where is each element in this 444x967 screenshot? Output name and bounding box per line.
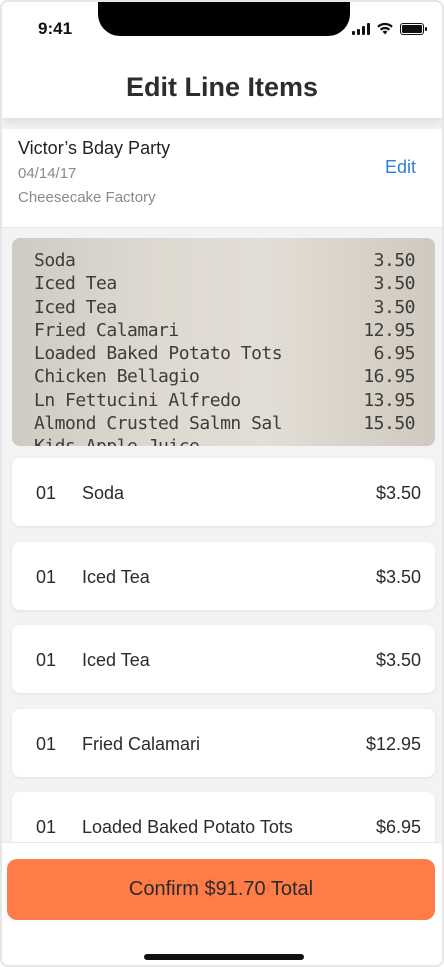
line-item[interactable]: 01 Fried Calamari $12.95 — [12, 709, 435, 777]
item-price: $3.50 — [375, 483, 421, 503]
receipt-line: Iced Tea 3.50 — [34, 273, 416, 295]
item-price: $3.50 — [375, 650, 421, 670]
item-quantity: 01 — [36, 567, 57, 587]
receipt-line: Iced Tea 3.50 — [34, 296, 416, 318]
line-item[interactable]: 01 Iced Tea $3.50 — [12, 625, 435, 693]
item-price: $6.95 — [375, 817, 421, 837]
status-time: 9:41 — [38, 19, 73, 38]
phone-screen: 9:41 Edit Line Items Victor’s Bday Party… — [0, 0, 444, 967]
receipt-photo: Soda 3.50 Iced Tea 3.50 Iced Tea 3.50 Fried… — [12, 238, 435, 446]
device-notch — [98, 2, 350, 36]
line-items-list[interactable]: 01 Soda $3.50 01 Iced Tea $3.50 01 Iced … — [2, 446, 442, 842]
bottom-bar: Confirm $91.70 Total — [2, 842, 442, 965]
event-name: Victor’s Bday Party — [18, 138, 171, 158]
receipt-line: Loaded Baked Potato Tots 6.95 — [34, 343, 416, 365]
line-item[interactable]: 01 Loaded Baked Potato Tots $6.95 — [12, 792, 435, 842]
event-date: 04/14/17 — [18, 165, 77, 182]
line-item[interactable]: 01 Soda $3.50 — [12, 458, 435, 526]
confirm-total-button[interactable]: Confirm $91.70 Total — [7, 859, 435, 920]
item-name: Soda — [82, 483, 125, 503]
receipt-line: Soda 3.50 — [34, 250, 416, 271]
item-name: Iced Tea — [82, 567, 150, 587]
home-indicator[interactable] — [144, 954, 304, 960]
item-name: Fried Calamari — [82, 734, 201, 754]
page-title: Edit Line Items — [125, 72, 319, 102]
battery-icon — [400, 22, 427, 35]
item-name: Loaded Baked Potato Tots — [82, 817, 293, 837]
item-price: $12.95 — [365, 734, 421, 754]
top-bar: 9:41 Edit Line Items — [2, 2, 442, 118]
event-place: Cheesecake Factory — [18, 189, 156, 206]
item-quantity: 01 — [36, 817, 57, 837]
item-quantity: 01 — [36, 734, 57, 754]
item-quantity: 01 — [36, 483, 57, 503]
item-price: $3.50 — [375, 567, 421, 587]
receipt-line: Ln Fettucini Alfredo 13.95 — [34, 389, 415, 411]
wifi-icon — [377, 22, 393, 35]
receipt-line: Fried Calamari 12.95 — [34, 319, 415, 341]
item-name: Iced Tea — [82, 650, 150, 670]
edit-event-link[interactable]: Edit — [385, 157, 416, 178]
receipt-line: Almond Crusted Salmn Sal 15.50 — [34, 413, 415, 435]
event-info: Victor’s Bday Party 04/14/17 Cheesecake … — [2, 129, 442, 228]
receipt-lines: Soda 3.50 Iced Tea 3.50 Iced Tea 3.50 Fried… — [34, 250, 416, 446]
cellular-signal-icon — [352, 22, 370, 35]
status-icons — [352, 22, 427, 35]
receipt-line: Kids Apple Juice — [34, 436, 415, 446]
item-quantity: 01 — [36, 650, 57, 670]
line-item[interactable]: 01 Iced Tea $3.50 — [12, 542, 435, 610]
receipt-line: Chicken Bellagio 16.95 — [34, 366, 415, 388]
